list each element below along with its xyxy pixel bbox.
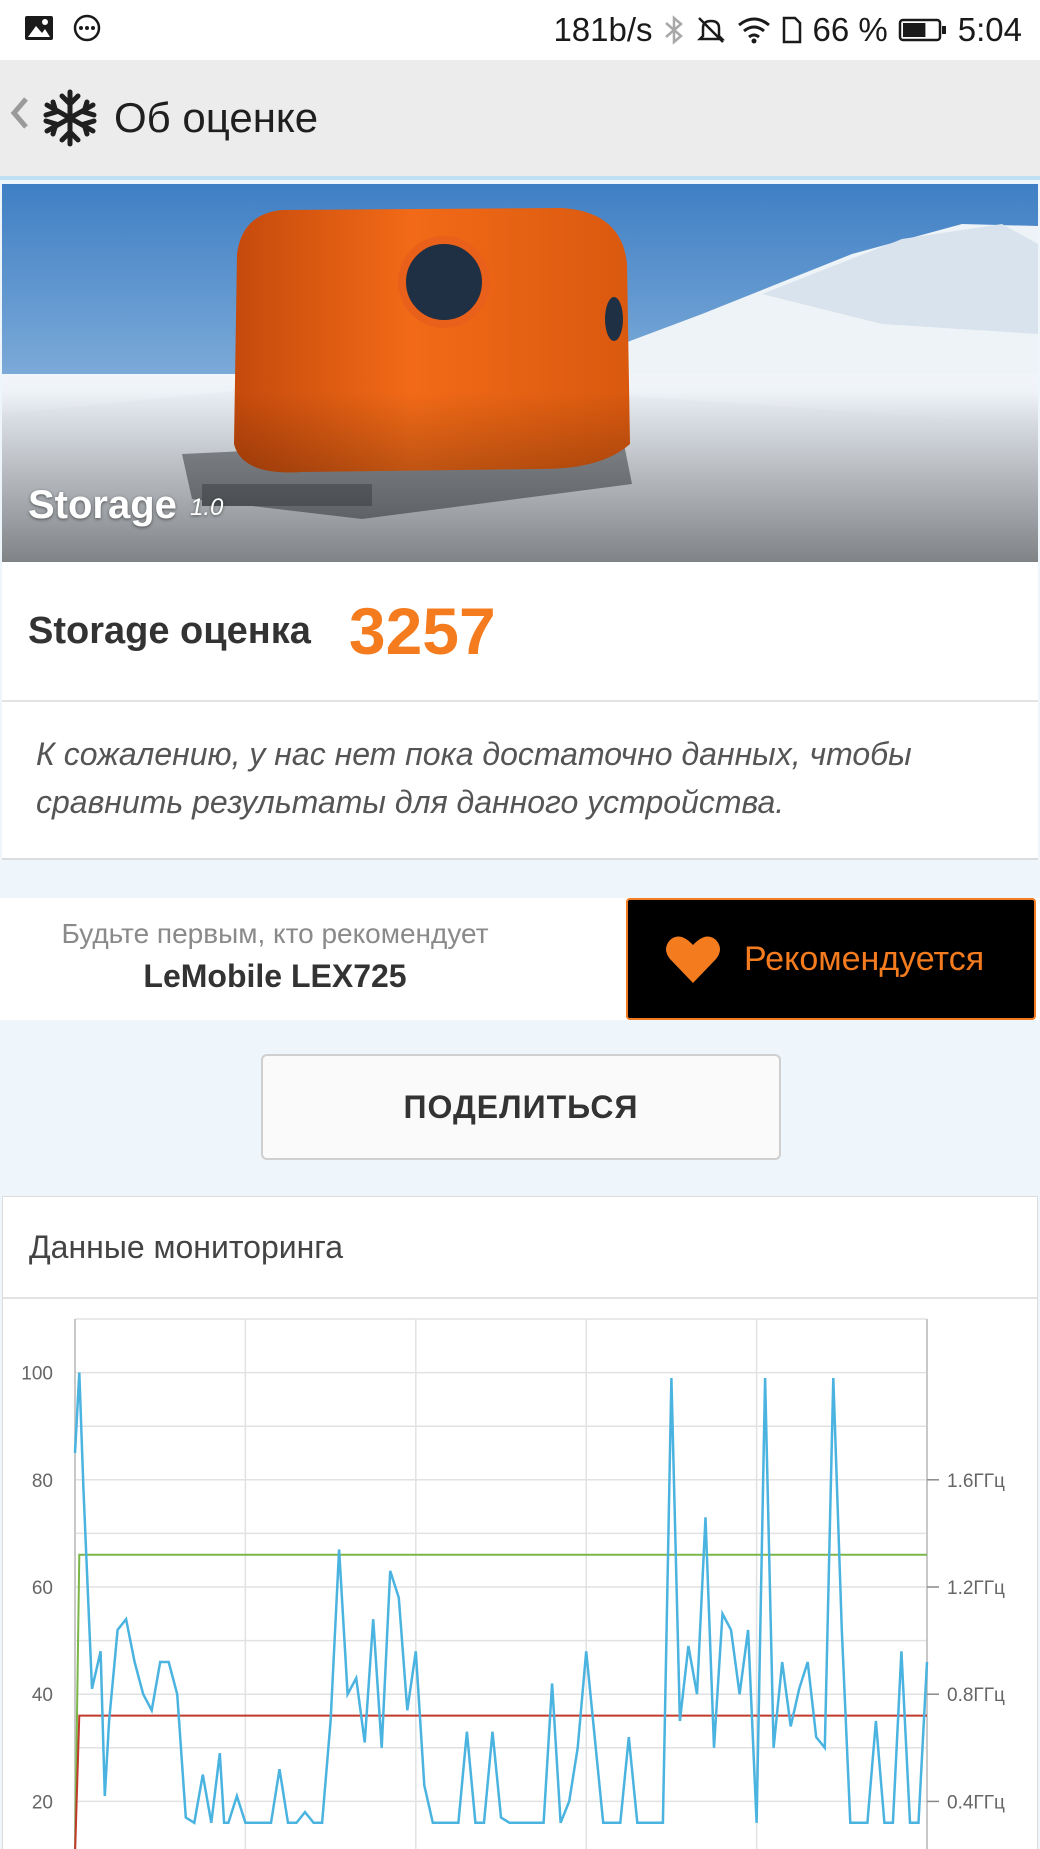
- net-speed: 181b/s: [553, 11, 653, 48]
- heart-icon: [664, 933, 722, 985]
- y-tick-label: 40: [32, 1685, 53, 1706]
- device-name: LeMobile LEX725: [143, 958, 407, 994]
- clock: 5:04: [957, 11, 1022, 48]
- status-bar: 181b/s 66 % 5:04: [0, 0, 1040, 60]
- bluetooth-icon: [663, 14, 685, 46]
- battery-icon: [898, 16, 948, 44]
- monitoring-header: Данные мониторинга: [3, 1197, 1037, 1299]
- recommend-button-label: Рекомендуется: [744, 939, 985, 978]
- status-left-icons: [24, 13, 102, 48]
- score-value: 3257: [348, 594, 496, 668]
- sim-icon: [781, 15, 803, 45]
- snowflake-icon: [40, 88, 100, 148]
- monitoring-card: Данные мониторинга 20 40 60 80 100 0.4ГГц 0.8Г…: [2, 1196, 1038, 1849]
- series-line-2: [74, 1714, 927, 1849]
- note-line-1: К сожалению, у нас нет пока достаточно д…: [36, 736, 912, 772]
- recommend-text: Будьте первым, кто рекомендует LeMobile …: [0, 898, 550, 1020]
- recommend-prompt: Будьте первым, кто рекомендует: [61, 918, 489, 949]
- hero-version: 1.0: [190, 494, 224, 521]
- monitoring-chart: 20 40 60 80 100 0.4ГГц 0.8ГГц 1.2ГГц 1.6ГГц: [3, 1299, 1039, 1849]
- y-tick-label: 80: [32, 1471, 53, 1492]
- page-title: Об оценке: [114, 94, 319, 141]
- recommend-strip: Будьте первым, кто рекомендует LeMobile …: [0, 898, 1040, 1020]
- series-line-0: [73, 1372, 929, 1825]
- y2-tick-label: 1.2ГГц: [947, 1578, 1005, 1599]
- hero-title: Storage: [28, 483, 177, 527]
- share-button[interactable]: ПОДЕЛИТЬСЯ: [261, 1054, 781, 1160]
- score-card: Storage оценка 3257: [2, 562, 1038, 702]
- battery-percent: 66 %: [812, 11, 888, 48]
- score-label: Storage оценка: [28, 609, 311, 652]
- y-tick-label: 100: [21, 1364, 53, 1385]
- y2-tick-label: 0.8ГГц: [947, 1685, 1005, 1706]
- chat-bubble-icon: [72, 13, 102, 48]
- y-tick-label: 20: [32, 1792, 53, 1813]
- monitoring-chart-svg: 20 40 60 80 100 0.4ГГц 0.8ГГц 1.2ГГц 1.6ГГц: [21, 1318, 1005, 1849]
- wifi-icon: [737, 16, 771, 44]
- hero-banner: Storage 1.0: [2, 184, 1038, 562]
- note-line-2: сравнить результаты для данного устройст…: [36, 784, 785, 820]
- app-bar: Об оценке: [0, 60, 1040, 180]
- y2-tick-label: 1.6ГГц: [947, 1471, 1005, 1492]
- y2-tick-label: 0.4ГГц: [947, 1792, 1005, 1813]
- image-icon: [24, 14, 54, 47]
- recommend-button[interactable]: Рекомендуется: [626, 898, 1036, 1020]
- monitoring-title: Данные мониторинга: [29, 1228, 344, 1265]
- info-note: К сожалению, у нас нет пока достаточно д…: [2, 702, 1038, 860]
- y-tick-label: 60: [32, 1578, 53, 1599]
- mute-icon: [695, 14, 727, 46]
- chevron-left-icon[interactable]: [10, 93, 32, 144]
- status-right: 181b/s 66 % 5:04: [553, 11, 1022, 49]
